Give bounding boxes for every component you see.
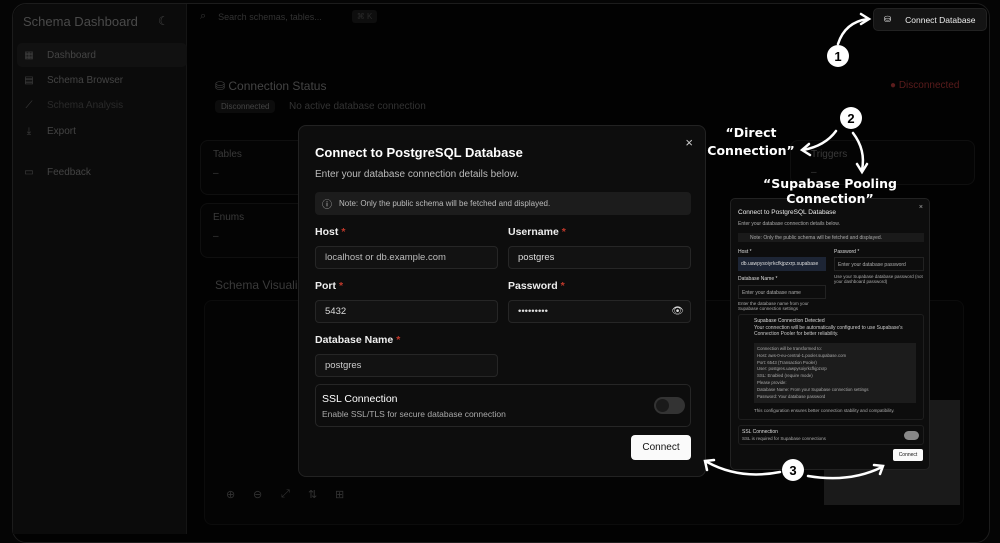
pooling-connection-label: “Supabase Pooling Connection” [763,176,897,206]
arrow-2-direct [801,129,838,152]
direct-connection-label: “Direct Connection” [707,125,795,158]
step-3-badge: 3 [782,459,804,481]
annotation-arrows [703,12,885,480]
step-1-badge: 1 [827,45,849,67]
arrow-3-left [705,460,782,476]
step-2-badge: 2 [840,107,862,129]
arrow-3-right [806,465,884,480]
